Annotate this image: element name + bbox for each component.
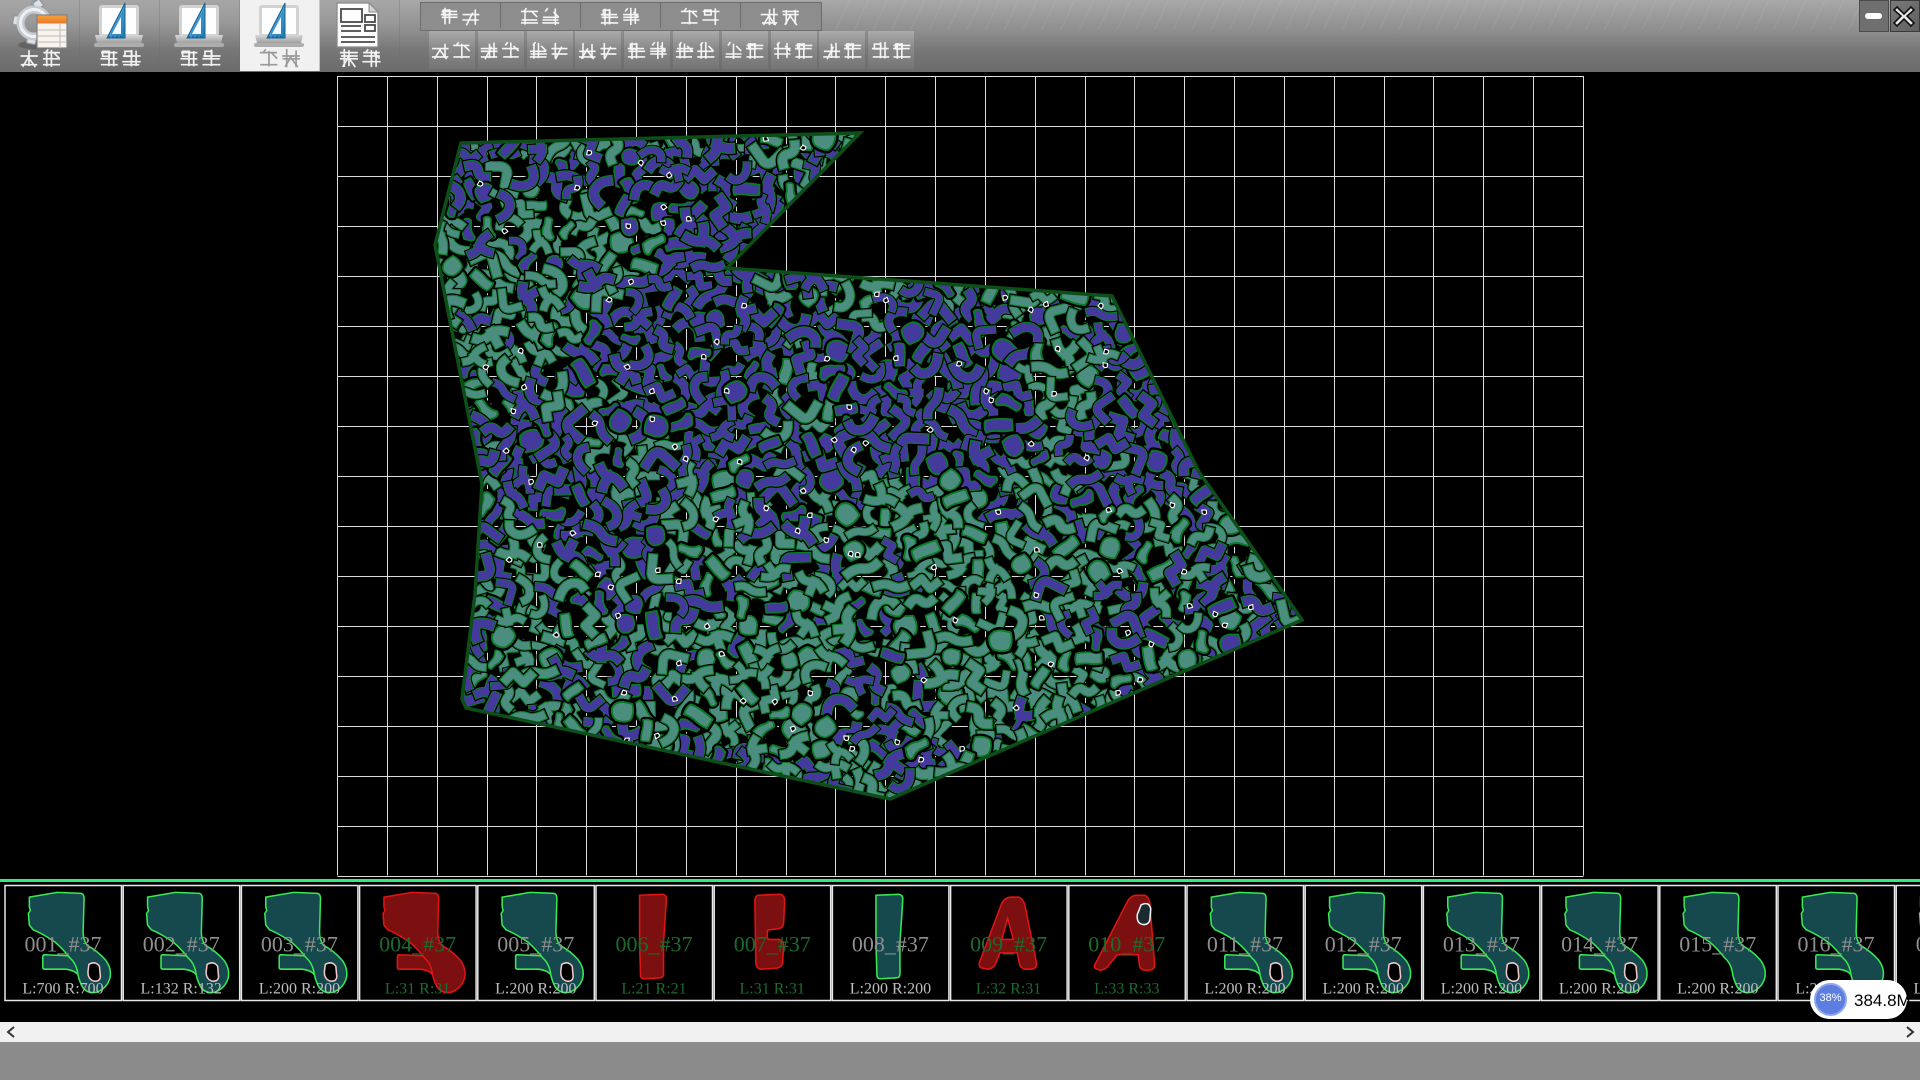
svg-text:012_#37: 012_#37 xyxy=(1325,932,1402,957)
svg-text:L:200 R:200: L:200 R:200 xyxy=(850,981,931,998)
svg-text:L:200 R:200: L:200 R:200 xyxy=(259,981,340,998)
svg-text:010_#37: 010_#37 xyxy=(1088,932,1165,957)
svg-text:L:33 R:33: L:33 R:33 xyxy=(1094,981,1159,998)
svg-text:001_#37: 001_#37 xyxy=(25,932,102,957)
svg-text:L:31 R:31: L:31 R:31 xyxy=(385,981,450,998)
svg-text:L:200 R:200: L:200 R:200 xyxy=(1559,981,1640,998)
svg-text:L:200 R:200: L:200 R:200 xyxy=(1914,981,1920,998)
svg-text:015_#37: 015_#37 xyxy=(1679,932,1756,957)
svg-text:L:132 R:132: L:132 R:132 xyxy=(141,981,222,998)
svg-text:008_#37: 008_#37 xyxy=(852,932,929,957)
svg-text:017_#37: 017_#37 xyxy=(1916,932,1920,957)
svg-text:L:21 R:21: L:21 R:21 xyxy=(621,981,686,998)
svg-text:013_#37: 013_#37 xyxy=(1443,932,1520,957)
svg-text:009_#37: 009_#37 xyxy=(970,932,1047,957)
svg-text:005_#37: 005_#37 xyxy=(497,932,574,957)
svg-text:004_#37: 004_#37 xyxy=(379,932,456,957)
svg-text:011_#37: 011_#37 xyxy=(1207,932,1283,957)
svg-text:L:200 R:200: L:200 R:200 xyxy=(1441,981,1522,998)
svg-text:L:200 R:200: L:200 R:200 xyxy=(1204,981,1285,998)
svg-text:L:200 R:200: L:200 R:200 xyxy=(1677,981,1758,998)
svg-text:014_#37: 014_#37 xyxy=(1561,932,1638,957)
svg-text:L:31 R:31: L:31 R:31 xyxy=(740,981,805,998)
svg-text:L:200 R:200: L:200 R:200 xyxy=(1323,981,1404,998)
svg-text:L:32 R:31: L:32 R:31 xyxy=(976,981,1041,998)
svg-text:002_#37: 002_#37 xyxy=(143,932,220,957)
svg-text:003_#37: 003_#37 xyxy=(261,932,338,957)
svg-text:007_#37: 007_#37 xyxy=(734,932,811,957)
svg-text:016_#37: 016_#37 xyxy=(1798,932,1875,957)
svg-text:006_#37: 006_#37 xyxy=(616,932,693,957)
svg-text:L:200 R:200: L:200 R:200 xyxy=(495,981,576,998)
svg-text:L:700 R:700: L:700 R:700 xyxy=(22,981,103,998)
